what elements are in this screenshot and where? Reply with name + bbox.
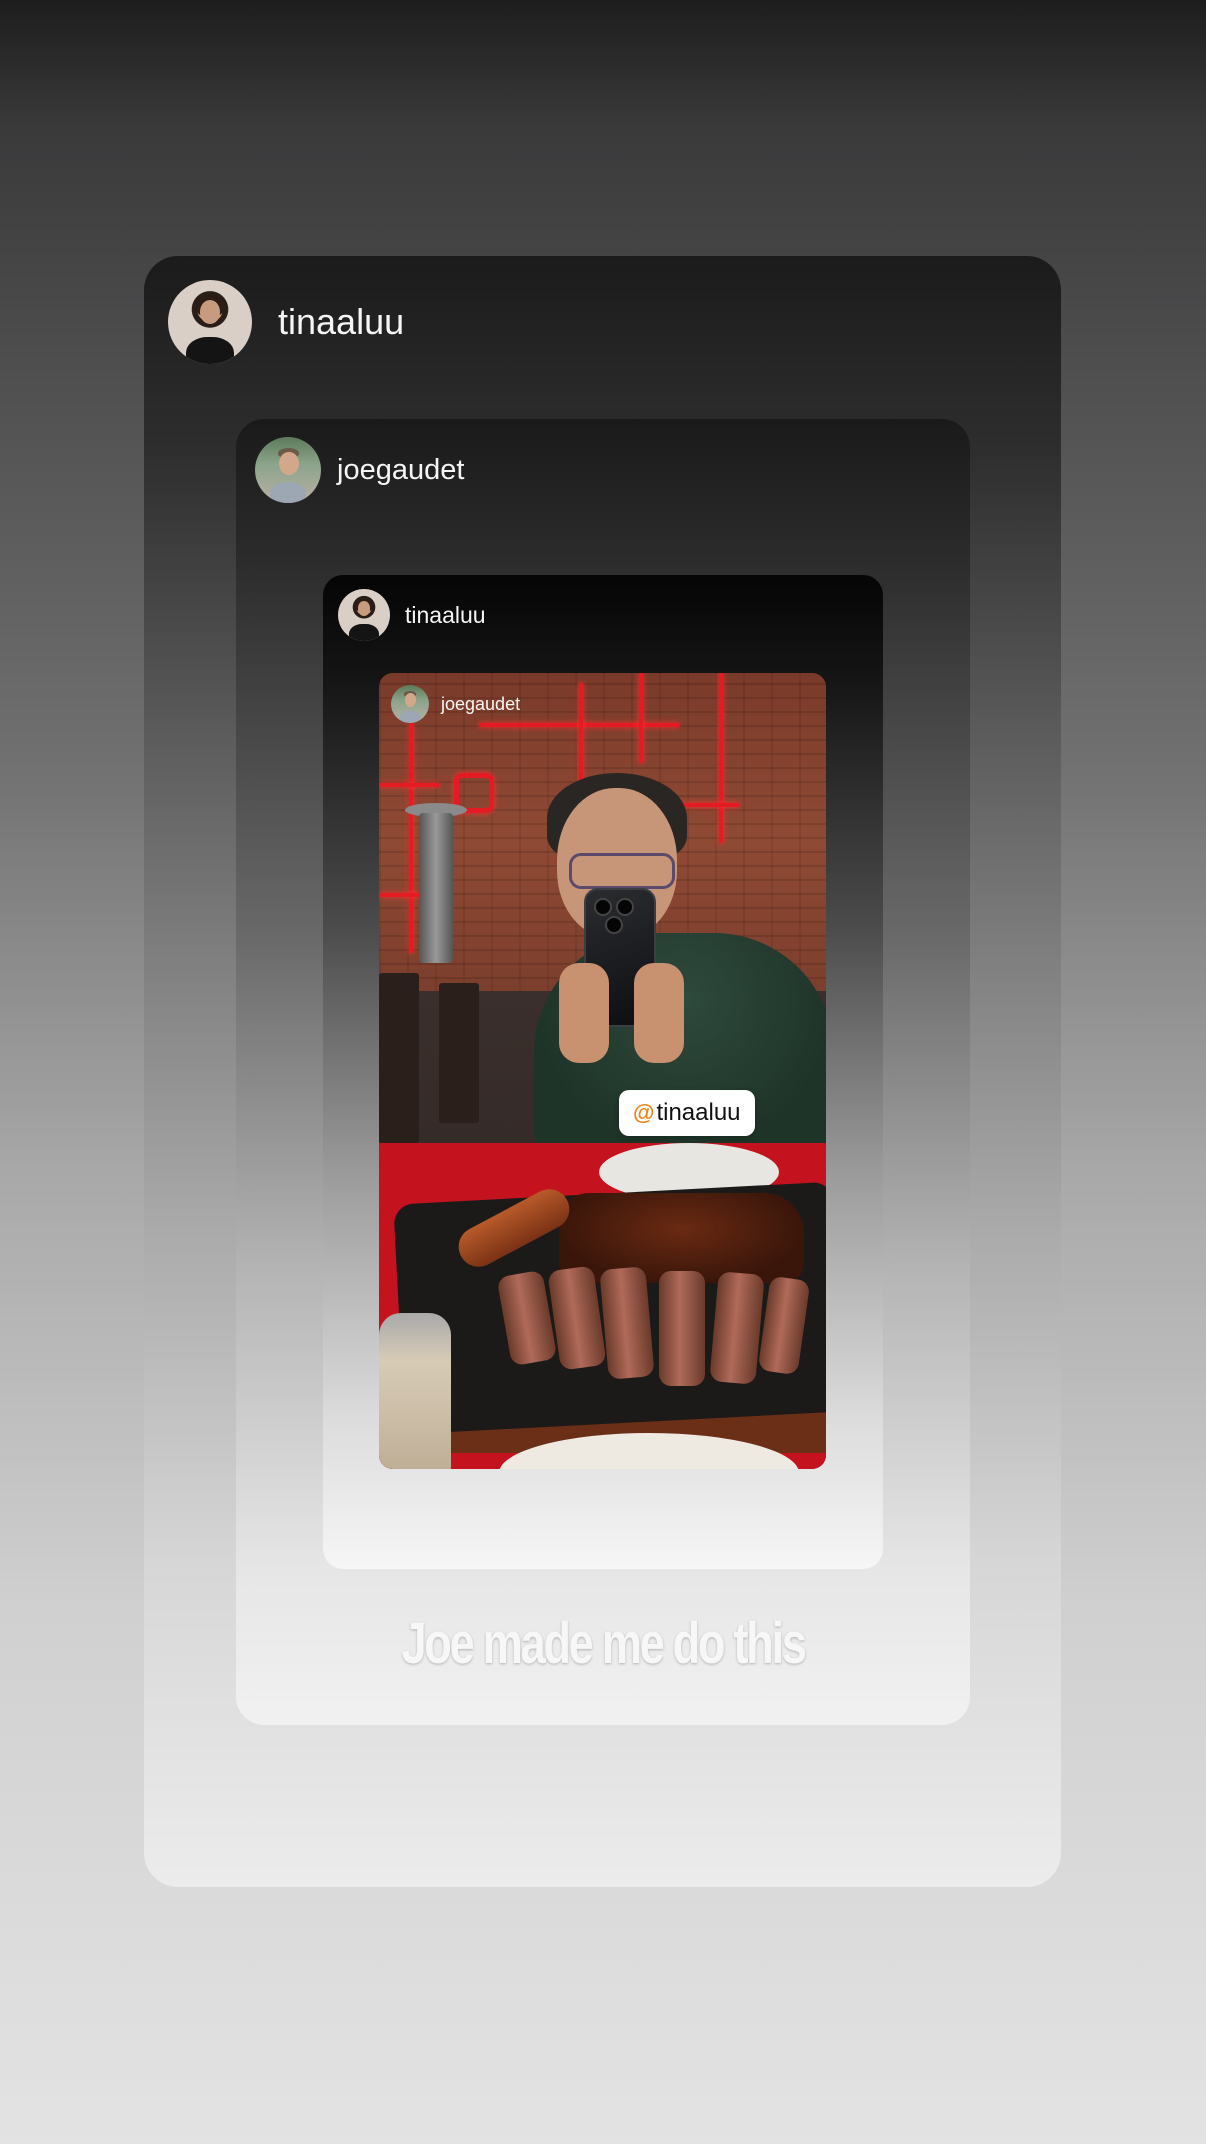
avatar[interactable] bbox=[168, 280, 252, 364]
salt-shaker bbox=[379, 1313, 451, 1469]
middle-username[interactable]: joegaudet bbox=[337, 454, 464, 487]
camera-lens bbox=[616, 898, 634, 916]
outer-username[interactable]: tinaaluu bbox=[278, 301, 404, 343]
middle-story-header: joegaudet bbox=[255, 437, 464, 503]
avatar[interactable] bbox=[391, 685, 429, 723]
steak-slice bbox=[599, 1266, 655, 1380]
photo-story-header: joegaudet bbox=[391, 685, 520, 723]
mention-sticker[interactable]: @ tinaaluu bbox=[619, 1090, 755, 1136]
camera-lens bbox=[605, 916, 623, 934]
at-sign-icon: @ bbox=[633, 1100, 655, 1125]
chair bbox=[439, 983, 479, 1123]
avatar-face bbox=[357, 601, 371, 617]
neon-line bbox=[639, 673, 643, 763]
neon-line bbox=[379, 783, 439, 787]
avatar-face bbox=[199, 300, 221, 324]
inner-username[interactable]: tinaaluu bbox=[405, 602, 486, 629]
avatar[interactable] bbox=[338, 589, 390, 641]
avatar-body bbox=[269, 481, 307, 503]
story-caption: Joe made me do this bbox=[401, 1611, 806, 1676]
avatar-face bbox=[278, 451, 299, 476]
avatar-face bbox=[404, 693, 417, 708]
neon-line bbox=[719, 673, 723, 843]
outer-story-header: tinaaluu bbox=[168, 280, 404, 364]
camera-lens bbox=[594, 898, 612, 916]
chair bbox=[379, 973, 419, 1143]
avatar-body bbox=[349, 624, 379, 641]
ribs bbox=[559, 1193, 804, 1283]
steak-slice bbox=[709, 1271, 765, 1385]
photo-username[interactable]: joegaudet bbox=[441, 694, 520, 715]
inner-story-header: tinaaluu bbox=[338, 589, 486, 641]
mention-username: tinaaluu bbox=[656, 1099, 741, 1126]
hand bbox=[634, 963, 684, 1063]
glasses bbox=[569, 853, 675, 889]
avatar[interactable] bbox=[255, 437, 321, 503]
patio-heater bbox=[419, 813, 453, 963]
hand bbox=[559, 963, 609, 1063]
avatar-body bbox=[186, 337, 234, 364]
neon-line bbox=[409, 723, 413, 953]
steak-slice bbox=[659, 1271, 705, 1386]
story-photo[interactable]: joegaudet @ tinaaluu bbox=[379, 673, 826, 1469]
avatar-body bbox=[399, 710, 421, 723]
